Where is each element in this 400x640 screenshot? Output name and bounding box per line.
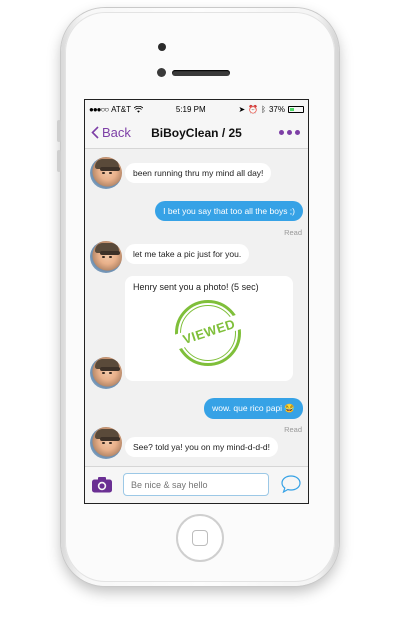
more-dot-icon <box>287 130 292 135</box>
battery-icon <box>287 105 304 113</box>
front-camera <box>157 68 166 77</box>
camera-dot <box>158 43 166 51</box>
volume-button <box>57 120 61 142</box>
outgoing-message: wow. que rico papi 😂 <box>204 398 303 419</box>
avatar[interactable] <box>90 157 122 189</box>
more-options-button[interactable] <box>279 130 300 135</box>
clock: 5:19 PM <box>175 104 206 114</box>
photo-notice: Henry sent you a photo! (5 sec) <box>133 282 259 292</box>
avatar[interactable] <box>90 357 122 389</box>
camera-icon[interactable] <box>91 476 113 493</box>
outgoing-message: I bet you say that too all the boys ;) <box>155 201 303 221</box>
message-input[interactable] <box>123 473 269 496</box>
carrier-label: AT&T <box>111 104 132 114</box>
earpiece-speaker <box>172 70 230 76</box>
status-bar: ●●●○○ AT&T 5:19 PM ➤ ⏰ ᛒ 37% <box>85 100 308 118</box>
more-dot-icon <box>295 130 300 135</box>
battery-percent: 37% <box>268 104 285 114</box>
read-receipt: Read <box>284 228 302 237</box>
incoming-message: been running thru my mind all day! <box>125 163 272 183</box>
avatar[interactable] <box>90 427 122 459</box>
message-list: been running thru my mind all day! I bet… <box>85 149 308 469</box>
read-receipt: Read <box>284 425 302 434</box>
volume-button <box>57 150 61 172</box>
back-button[interactable]: Back <box>91 125 131 140</box>
location-icon: ➤ <box>238 104 246 114</box>
incoming-message: let me take a pic just for you. <box>125 244 250 264</box>
home-button[interactable] <box>176 514 224 562</box>
alarm-icon: ⏰ <box>248 104 259 114</box>
bluetooth-icon: ᛒ <box>261 104 266 114</box>
avatar[interactable] <box>90 241 122 273</box>
incoming-message: See? told ya! you on my mind-d-d-d! <box>125 437 279 457</box>
message-composer <box>85 466 308 503</box>
photo-message[interactable]: Henry sent you a photo! (5 sec) VIEWED <box>125 276 293 381</box>
signal-dots: ●●●○○ <box>89 104 109 114</box>
back-label: Back <box>102 125 131 140</box>
viewed-stamp: VIEWED <box>169 300 249 366</box>
wifi-icon <box>134 105 144 113</box>
home-square-icon <box>192 530 208 546</box>
navigation-bar: Back BiBoyClean / 25 <box>85 118 308 149</box>
more-dot-icon <box>279 130 284 135</box>
app-screen: ●●●○○ AT&T 5:19 PM ➤ ⏰ ᛒ 37% Back BiBoyC… <box>84 99 309 504</box>
speech-bubble-icon[interactable] <box>281 475 301 493</box>
chevron-left-icon <box>91 126 99 139</box>
